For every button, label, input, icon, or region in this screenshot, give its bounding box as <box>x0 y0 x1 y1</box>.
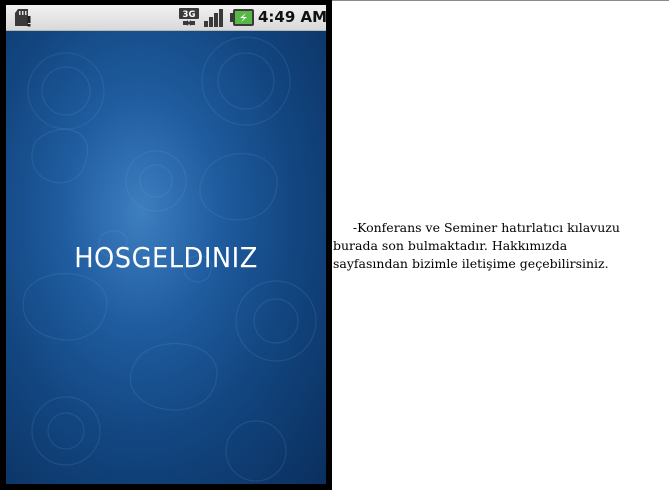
top-divider <box>332 0 669 1</box>
page: 3G 4:49 AM HOSGELDINIZ -Konferans ve Sem… <box>0 0 669 490</box>
description-line-3: sayfasından bizimle iletişime geçebilirs… <box>333 256 609 271</box>
app-screen: HOSGELDINIZ <box>6 31 326 484</box>
phone-frame: 3G 4:49 AM HOSGELDINIZ <box>0 0 332 490</box>
battery-charging-icon <box>230 9 254 26</box>
status-bar: 3G 4:49 AM <box>6 5 328 31</box>
welcome-title: HOSGELDINIZ <box>74 241 258 274</box>
description-text: -Konferans ve Seminer hatırlatıcı kılavu… <box>333 219 663 273</box>
sd-card-alert-icon <box>15 9 31 27</box>
status-clock: 4:49 AM <box>258 8 328 26</box>
network-type-label: 3G <box>183 10 196 20</box>
description-line-1: -Konferans ve Seminer hatırlatıcı kılavu… <box>333 220 620 235</box>
description-line-2: burada son bulmaktadır. Hakkımızda <box>333 238 568 253</box>
network-3g-icon: 3G <box>179 8 199 26</box>
signal-bars-icon <box>204 9 223 27</box>
